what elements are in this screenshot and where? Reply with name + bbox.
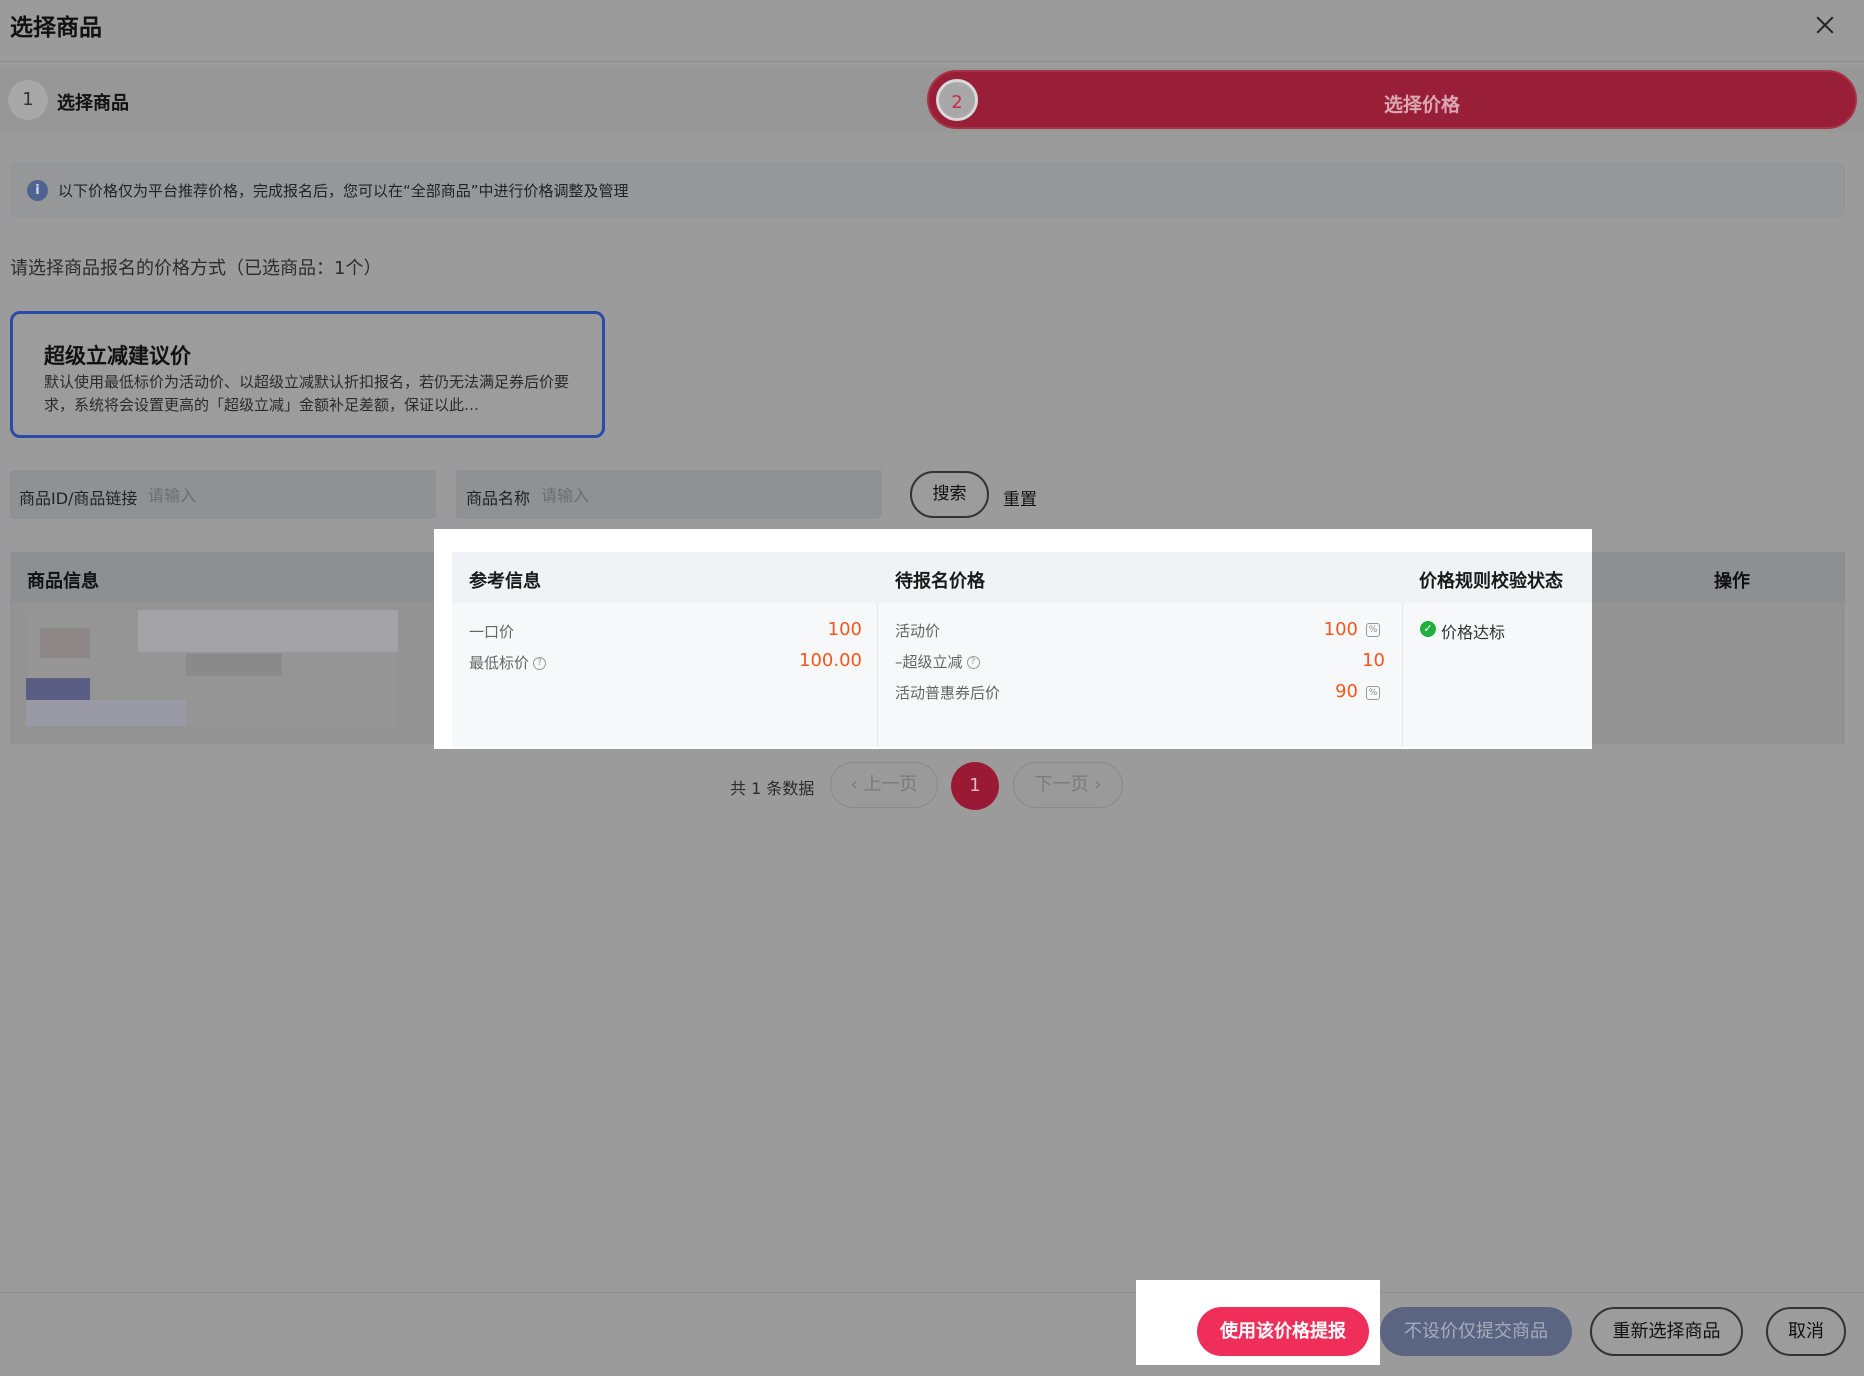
lowest-price-label-text: 最低标价 — [469, 654, 530, 672]
fixed-price-label: 一口价 — [469, 623, 515, 641]
price-mode-description: 默认使用最低标价为活动价、以超级立减默认折扣报名，若仍无法满足券后价要求，系统将… — [44, 373, 570, 414]
step-2-number: 2 — [936, 79, 978, 121]
col-header-operation: 操作 — [1714, 571, 1750, 592]
close-icon[interactable] — [1810, 10, 1840, 40]
lowest-price-value: 100.00 — [799, 650, 862, 671]
footer-divider — [0, 1292, 1864, 1293]
help-icon[interactable]: ? — [966, 656, 980, 669]
column-divider — [877, 603, 878, 747]
super-discount-label-text: –超级立减 — [895, 653, 963, 671]
super-discount-value: 10 — [1362, 650, 1385, 671]
discount-edit-icon[interactable]: % — [1366, 686, 1380, 700]
lowest-price-label: 最低标价? — [469, 652, 547, 673]
prev-page-button[interactable]: ‹ 上一页 — [830, 762, 938, 808]
submit-without-price-button[interactable]: 不设价仅提交商品 — [1380, 1307, 1572, 1356]
info-banner-text: 以下价格仅为平台推荐价格，完成报名后，您可以在“全部商品”中进行价格调整及管理 — [58, 182, 629, 200]
page-1-button[interactable]: 1 — [951, 762, 999, 810]
product-title-blurred — [186, 654, 282, 676]
col-header-rule-status: 价格规则校验状态 — [1419, 571, 1563, 592]
col-header-product-info: 商品信息 — [27, 571, 99, 592]
next-page-button[interactable]: 下一页 › — [1013, 762, 1123, 808]
product-image-blurred — [26, 700, 186, 726]
header-divider — [0, 61, 1864, 62]
step-2-label: 选择价格 — [1384, 94, 1461, 116]
col-header-reference: 参考信息 — [469, 571, 541, 592]
pagination-total: 共 1 条数据 — [730, 779, 815, 798]
column-divider — [1402, 603, 1403, 747]
price-mode-subtitle: 请选择商品报名的价格方式（已选商品：1个） — [10, 258, 382, 279]
discount-edit-icon[interactable]: % — [1366, 623, 1380, 637]
use-price-submit-button[interactable]: 使用该价格提报 — [1197, 1307, 1369, 1356]
product-id-label: 商品ID/商品链接 — [19, 489, 138, 508]
product-title-blurred — [138, 610, 398, 652]
step-1-label: 选择商品 — [57, 93, 129, 114]
coupon-price-value: 90 — [1335, 681, 1358, 702]
activity-price-value: 100 — [1323, 619, 1358, 640]
reset-button[interactable]: 重置 — [1003, 485, 1037, 510]
help-icon[interactable]: ? — [533, 657, 547, 670]
modal-title: 选择商品 — [10, 15, 102, 41]
check-circle-icon: ✓ — [1420, 621, 1436, 637]
product-image-blurred — [40, 628, 90, 658]
activity-price-label: 活动价 — [895, 622, 941, 640]
product-id-input[interactable] — [148, 480, 428, 510]
super-discount-label: –超级立减? — [895, 651, 980, 672]
coupon-price-label: 活动普惠券后价 — [895, 684, 1001, 702]
reselect-products-button[interactable]: 重新选择商品 — [1590, 1307, 1743, 1356]
fixed-price-value: 100 — [827, 619, 862, 640]
product-image-blurred — [26, 678, 90, 700]
price-mode-title: 超级立减建议价 — [44, 344, 191, 368]
step-1-number: 1 — [8, 80, 48, 120]
cancel-button[interactable]: 取消 — [1766, 1307, 1846, 1356]
product-name-label: 商品名称 — [466, 489, 531, 508]
info-icon: i — [27, 180, 48, 201]
price-status-text: 价格达标 — [1441, 623, 1506, 642]
product-name-input[interactable] — [541, 480, 871, 510]
col-header-pending-price: 待报名价格 — [895, 571, 985, 592]
search-button[interactable]: 搜索 — [910, 471, 989, 518]
